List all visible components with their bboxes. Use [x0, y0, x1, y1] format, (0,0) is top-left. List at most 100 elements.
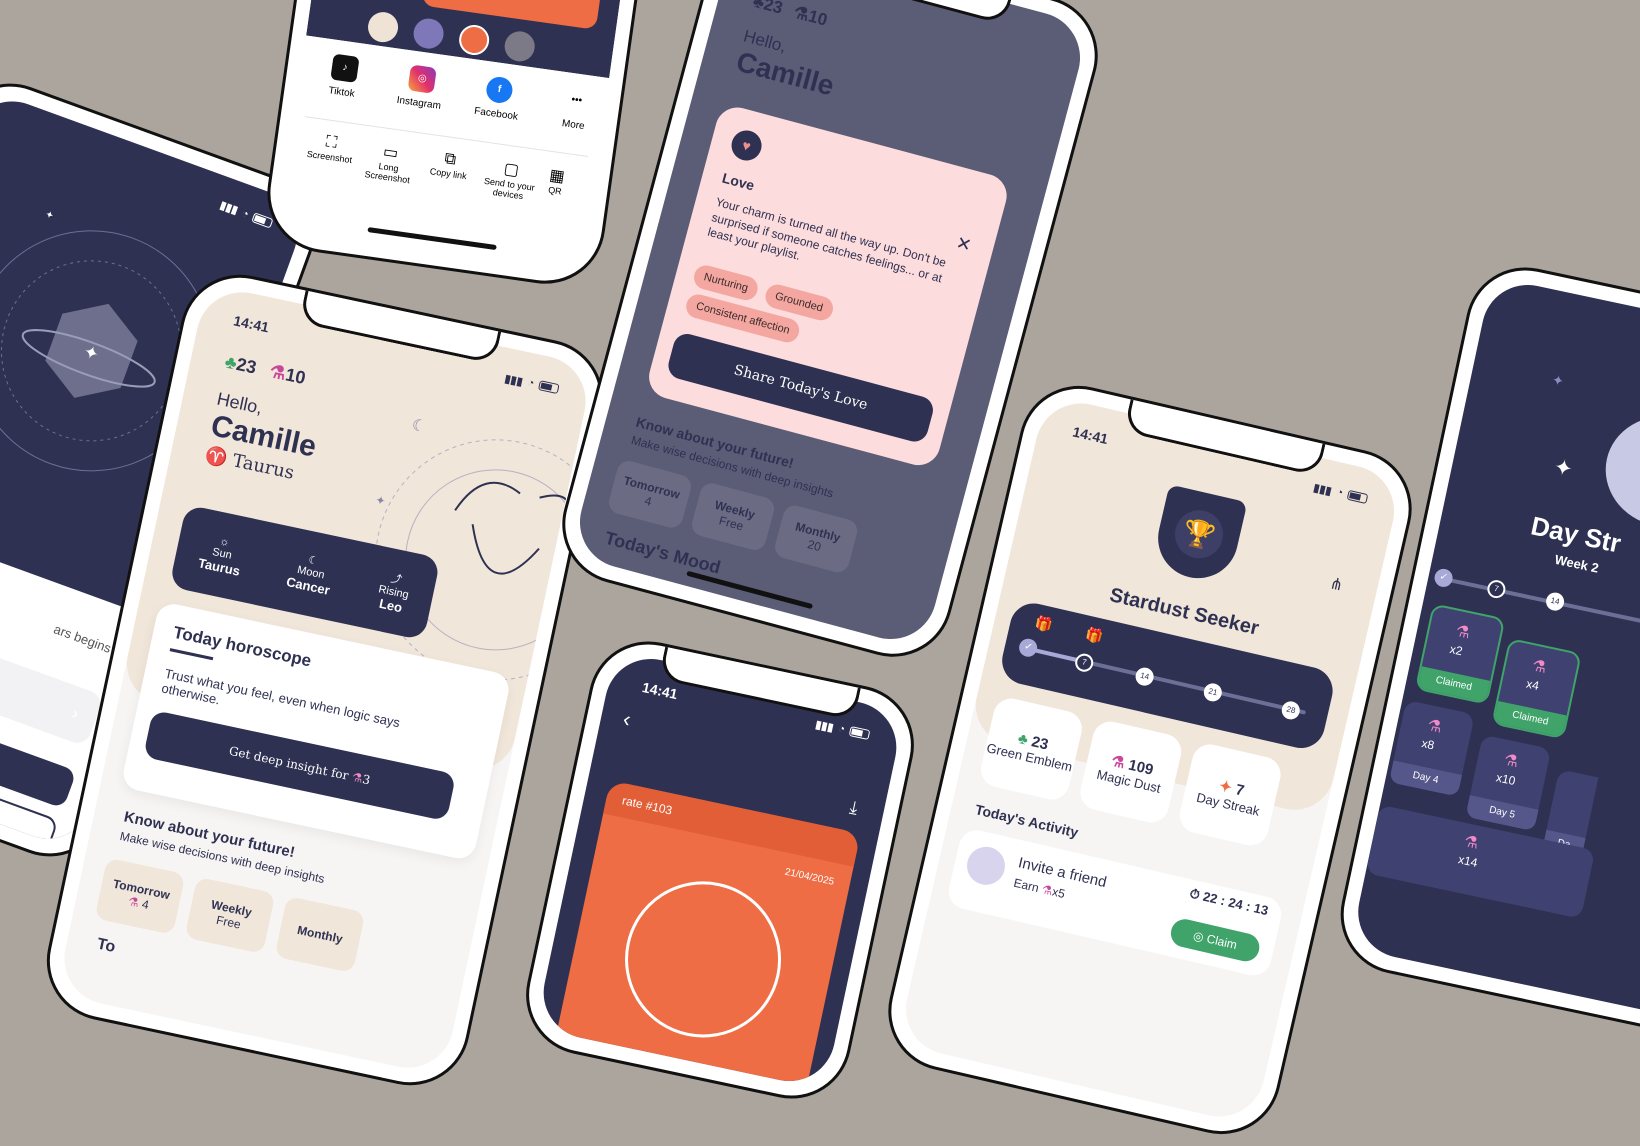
reward-card[interactable]: ⚗ x10 Day 5	[1465, 734, 1552, 832]
back-icon[interactable]: ‹	[621, 706, 633, 733]
swatch[interactable]	[411, 16, 446, 51]
chevron-right-icon: ›	[69, 702, 82, 724]
sparkle-icon: ✦	[1551, 453, 1575, 483]
share-app-facebook[interactable]: f Facebook	[472, 74, 524, 123]
milestone: 14	[1544, 590, 1566, 613]
reward-mult: x14	[1456, 852, 1479, 871]
left-sheet-row[interactable]: ›	[0, 634, 105, 747]
share-action-copy-link[interactable]: ⧉ Copy link	[420, 147, 477, 194]
section-title-partial: To	[95, 935, 117, 957]
phone-share-sheet: ♪ Tiktok ◎ Instagram f Facebook ••• More	[259, 0, 661, 292]
share-app-more[interactable]: ••• More	[550, 85, 602, 134]
streak-week: Week 2	[1553, 551, 1601, 576]
share-action-long-screenshot[interactable]: ▭ Long Screenshot	[361, 139, 418, 186]
devices-icon: ▢	[502, 160, 521, 180]
sign-moon[interactable]: ☾ Moon Cancer	[285, 550, 336, 598]
tiktok-icon: ♪	[330, 53, 360, 83]
potion-icon: ⚗	[1462, 833, 1481, 853]
check-icon: ◎	[1191, 928, 1206, 945]
reward-status: Claimed	[1493, 700, 1567, 738]
share-app-instagram[interactable]: ◎ Instagram	[395, 63, 447, 112]
future-card-weekly[interactable]: Weekly Free	[689, 480, 777, 553]
dust-counter: ⚗10	[791, 2, 830, 30]
phone-rate-card: 14:41 ▮▮▮ ◔ ‹ ⤓ rate #103 21/04/2025	[514, 630, 926, 1110]
signal-icon: ▮▮▮	[814, 718, 835, 734]
future-card-tomorrow[interactable]: Tomorrow 4	[606, 458, 694, 531]
sign-rising[interactable]: ⤴ Rising Leo	[374, 567, 413, 615]
stat-magic-dust: ⚗ 109 Magic Dust	[1076, 718, 1185, 826]
signal-icon: ▮▮▮	[1312, 481, 1333, 498]
share-action-label: Screenshot	[306, 148, 353, 166]
rate-date: 21/04/2025	[783, 866, 836, 888]
milestone: 7	[1485, 578, 1508, 600]
sign-sun[interactable]: ☼ Sun Taurus	[197, 531, 247, 579]
reward-card-claimed[interactable]: ⚗ x2 Claimed	[1414, 603, 1506, 705]
svg-text:☾: ☾	[410, 417, 428, 437]
activity-timer: ⏱ 22 : 24 : 13	[1188, 885, 1270, 919]
future-card-monthly[interactable]: Monthly	[274, 895, 366, 974]
reward-card-claimed[interactable]: ⚗ x4 Claimed	[1491, 637, 1582, 740]
share-app-label: Tiktok	[327, 85, 356, 100]
download-icon[interactable]: ⤓	[848, 797, 860, 819]
gem-counter: ♣23	[751, 0, 785, 19]
share-app-label: Facebook	[473, 105, 519, 123]
gem-icon: ♣	[1016, 730, 1030, 749]
share-action-label: Send to your devices	[483, 175, 536, 202]
reward-mult: x4	[1524, 676, 1541, 693]
reward-mult: x10	[1494, 770, 1517, 789]
wifi-icon: ◔	[1335, 486, 1345, 500]
share-action-label: Long Screenshot	[363, 160, 411, 186]
share-app-label: More	[561, 118, 586, 133]
potion-icon: ⚗	[1454, 622, 1472, 643]
reward-card[interactable]: ⚗ x8 Day 4	[1388, 699, 1475, 797]
modal-title: Love	[720, 169, 757, 194]
milestone: 21	[1202, 681, 1224, 704]
potion-heart-icon: ♥	[728, 127, 765, 164]
home-indicator	[686, 570, 814, 610]
friends-avatar-icon	[963, 843, 1009, 889]
share-action-devices[interactable]: ▢ Send to your devices	[480, 156, 541, 203]
share-app-tiktok[interactable]: ♪ Tiktok	[318, 52, 370, 101]
potion-icon: ⚗	[126, 894, 141, 911]
svg-text:✦: ✦	[374, 493, 387, 509]
future-card-tomorrow[interactable]: Tomorrow ⚗ 4	[94, 857, 186, 935]
share-panel: ♪ Tiktok ◎ Instagram f Facebook ••• More	[278, 35, 610, 273]
greeting-block: Hello, Camille	[733, 26, 843, 102]
gift-icon: 🎁	[1084, 625, 1105, 646]
check-icon: ✓	[1017, 636, 1039, 659]
share-action-label: Copy link	[429, 166, 468, 182]
share-action-screenshot[interactable]: ⛶ Screenshot	[301, 131, 358, 178]
potion-icon: ⚗	[1502, 751, 1520, 772]
battery-icon	[1346, 489, 1369, 505]
streak-illustration	[1595, 405, 1640, 538]
swatch[interactable]	[457, 23, 492, 57]
more-icon: •••	[570, 94, 583, 107]
wifi-icon: ◔	[240, 206, 251, 221]
share-actions-row: ⛶ Screenshot ▭ Long Screenshot ⧉ Copy li…	[301, 131, 568, 207]
future-card-weekly[interactable]: Weekly Free	[184, 876, 276, 955]
rate-card-header	[603, 780, 861, 867]
reward-status: Claimed	[1417, 666, 1491, 703]
close-icon[interactable]: ✕	[954, 232, 974, 256]
horoscope-title: Today horoscope	[171, 622, 314, 671]
signal-icon: ▮▮▮	[503, 372, 524, 388]
battery-icon	[848, 726, 871, 740]
screenshot-icon: ⛶	[324, 133, 339, 152]
wifi-icon: ◔	[526, 376, 536, 390]
swatch[interactable]	[366, 10, 400, 45]
share-action-qr[interactable]: ▦ QR	[543, 165, 568, 207]
stat-green-emblem: ♣ 23 Green Emblem	[977, 695, 1086, 804]
copy-link-icon: ⧉	[443, 150, 458, 169]
wifi-icon: ◔	[837, 722, 847, 736]
streak-screen: ✦ ✦ Day Str Week 2 ✓ 7 14 ⚗ x2 Claimed ⚗…	[1349, 276, 1640, 1024]
reward-mult: x2	[1448, 641, 1464, 659]
currency-row: ♣23 ⚗10	[751, 0, 830, 31]
home-indicator	[367, 227, 497, 251]
future-card-value: 4	[643, 493, 654, 509]
milestone: 14	[1133, 665, 1156, 688]
rate-screen: 14:41 ▮▮▮ ◔ ‹ ⤓ rate #103 21/04/2025	[535, 650, 905, 1090]
future-card-monthly[interactable]: Monthly 20	[772, 502, 860, 575]
swatch[interactable]	[502, 29, 537, 64]
share-app-label: Instagram	[395, 94, 442, 112]
milestone: 7	[1073, 651, 1095, 674]
